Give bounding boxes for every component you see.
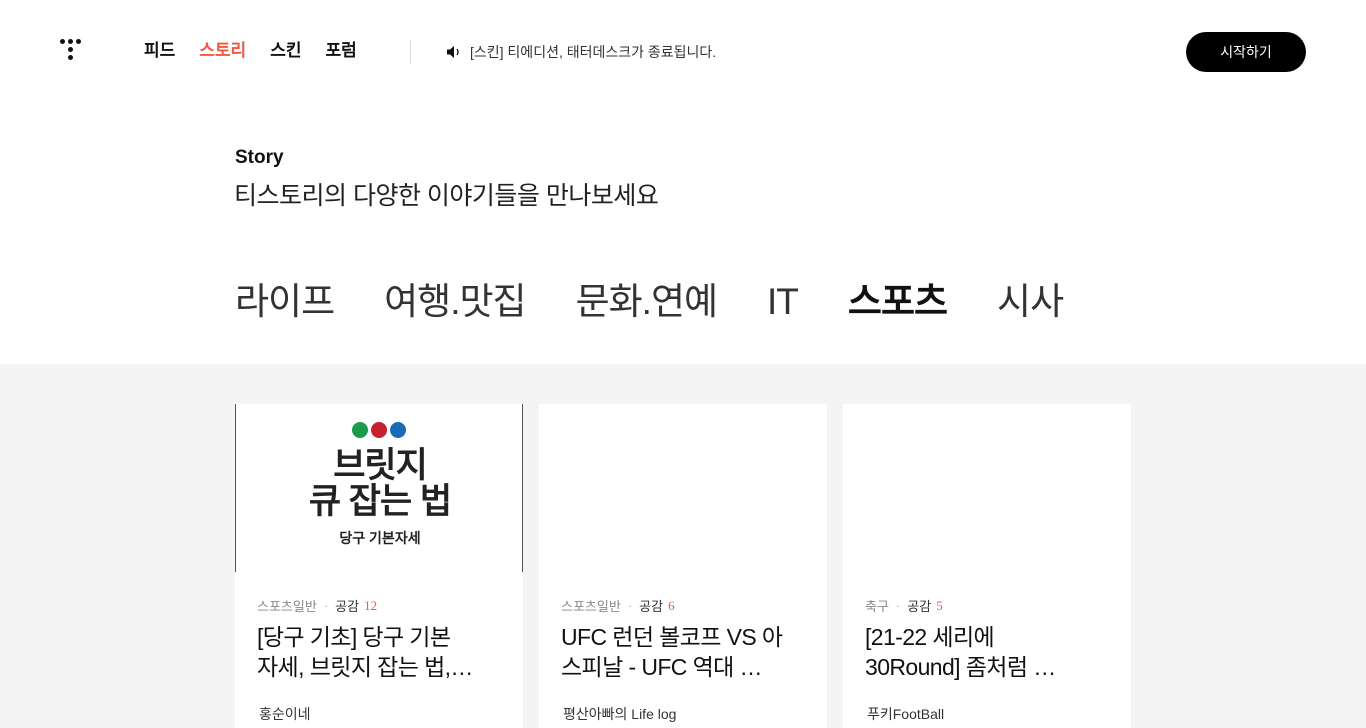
card-category: 스포츠일반 xyxy=(561,599,621,614)
notice-text: [스킨] 티에디션, 태터데스크가 종료됩니다. xyxy=(470,44,717,60)
card-meta: 축구 · 공감 5 xyxy=(865,596,943,615)
tab-travel-food[interactable]: 여행.맛집 xyxy=(384,280,526,324)
header: 피드 스토리 스킨 포럼 [스킨] 티에디션, 태터데스크가 종료됩니다. 시작… xyxy=(0,0,1366,104)
like-count: 6 xyxy=(668,597,675,613)
start-button[interactable]: 시작하기 xyxy=(1186,32,1306,72)
thumb-text-line3: 당구 기본자세 xyxy=(339,530,421,546)
meta-separator: · xyxy=(895,598,901,613)
tab-life[interactable]: 라이프 xyxy=(235,280,335,324)
nav-forum[interactable]: 포럼 xyxy=(325,40,356,62)
card-category: 축구 xyxy=(865,599,889,614)
like-label: 공감 xyxy=(335,599,360,614)
tab-current-affairs[interactable]: 시사 xyxy=(997,280,1064,324)
page-subtitle: 티스토리의 다양한 이야기들을 만나보세요 xyxy=(234,182,659,210)
card-title[interactable]: UFC 런던 볼코프 VS 아 스피날 - UFC 역대 … xyxy=(561,622,791,682)
card-title[interactable]: [당구 기초] 당구 기본 자세, 브릿지 잡는 법,… xyxy=(257,622,487,682)
card-meta: 스포츠일반 · 공감 6 xyxy=(561,596,675,615)
blue-dot xyxy=(390,422,406,438)
nav-skin[interactable]: 스킨 xyxy=(270,40,301,62)
main-nav: 피드 스토리 스킨 포럼 xyxy=(144,40,381,62)
tab-culture-entertainment[interactable]: 문화.연예 xyxy=(576,280,718,324)
story-card[interactable]: 브릿지 큐 잡는 법 당구 기본자세 스포츠일반 · 공감 12 [당구 기초]… xyxy=(235,404,523,728)
category-tabs: 라이프 여행.맛집 문화.연예 IT 스포츠 시사 xyxy=(235,280,1113,325)
speaker-icon xyxy=(447,46,459,58)
tab-sports[interactable]: 스포츠 xyxy=(845,280,950,325)
red-dot xyxy=(371,422,387,438)
thumb-text-line2: 큐 잡는 법 xyxy=(308,482,452,521)
tistory-logo-icon[interactable] xyxy=(60,39,86,65)
thumb-text-line1: 브릿지 xyxy=(333,446,428,485)
card-author[interactable]: 푸키FootBall xyxy=(867,704,944,724)
like-count: 12 xyxy=(364,597,378,613)
card-category: 스포츠일반 xyxy=(257,599,317,614)
meta-separator: · xyxy=(627,598,633,613)
notice-link[interactable]: [스킨] 티에디션, 태터데스크가 종료됩니다. xyxy=(446,42,716,62)
story-card[interactable]: 축구 · 공감 5 [21-22 세리에 30Round] 좀처럼 … 푸키Fo… xyxy=(843,404,1131,728)
like-count: 5 xyxy=(936,597,943,613)
card-title[interactable]: [21-22 세리에 30Round] 좀처럼 … xyxy=(865,622,1095,682)
meta-separator: · xyxy=(323,598,329,613)
page-title: Story xyxy=(235,147,284,168)
colored-dots xyxy=(352,422,406,438)
card-thumbnail[interactable] xyxy=(539,404,827,572)
like-label: 공감 xyxy=(639,599,664,614)
card-author[interactable]: 홍순이네 xyxy=(259,704,311,724)
like-label: 공감 xyxy=(907,599,932,614)
nav-feed[interactable]: 피드 xyxy=(144,40,175,62)
divider xyxy=(410,40,411,64)
card-thumbnail[interactable]: 브릿지 큐 잡는 법 당구 기본자세 xyxy=(235,404,523,572)
nav-story[interactable]: 스토리 xyxy=(199,40,246,62)
card-author[interactable]: 평산아빠의 Life log xyxy=(563,704,676,724)
card-meta: 스포츠일반 · 공감 12 xyxy=(257,596,377,615)
card-thumbnail[interactable] xyxy=(843,404,1131,572)
tab-it[interactable]: IT xyxy=(767,280,799,324)
story-card[interactable]: 스포츠일반 · 공감 6 UFC 런던 볼코프 VS 아 스피날 - UFC 역… xyxy=(539,404,827,728)
green-dot xyxy=(352,422,368,438)
